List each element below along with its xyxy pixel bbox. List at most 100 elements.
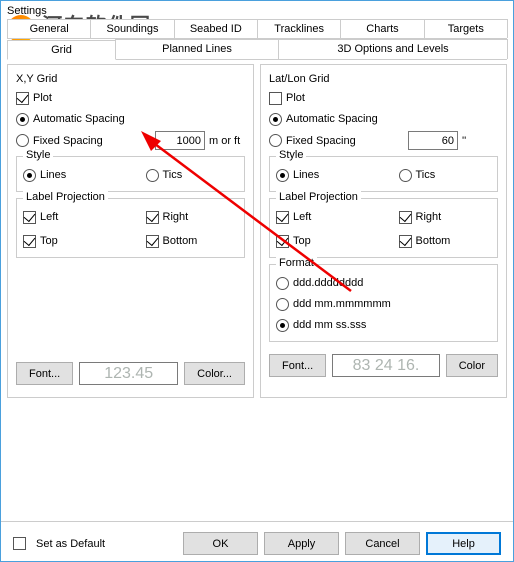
tab-tracklines[interactable]: Tracklines <box>257 19 341 38</box>
latlon-lines-radio[interactable]: Lines <box>276 166 369 184</box>
xy-labelproj-group: Label Projection Left Right Top Bottom <box>16 198 245 258</box>
latlon-bottom-check[interactable]: Bottom <box>399 232 492 250</box>
tab-row-2: Grid Planned Lines 3D Options and Levels <box>7 39 507 60</box>
latlon-style-group: Style Lines Tics <box>269 156 498 192</box>
checkbox-icon <box>146 211 159 224</box>
checkbox-icon <box>276 211 289 224</box>
radio-icon <box>146 169 159 182</box>
format-3-label: ddd mm ss.sss <box>293 319 366 331</box>
ok-button[interactable]: OK <box>183 532 258 555</box>
radio-icon <box>399 169 412 182</box>
latlon-bottom-label: Bottom <box>416 235 451 247</box>
latlon-top-check[interactable]: Top <box>276 232 369 250</box>
checkbox-icon <box>276 235 289 248</box>
latlon-format-group: Format ddd.dddddddd ddd mm.mmmmmm ddd mm… <box>269 264 498 342</box>
content-area: X,Y Grid Plot Automatic Spacing Fixed Sp… <box>1 60 513 402</box>
xy-fixed-input[interactable] <box>155 131 205 150</box>
xy-right-label: Right <box>163 211 189 223</box>
radio-icon <box>276 169 289 182</box>
xy-top-label: Top <box>40 235 58 247</box>
xy-font-button[interactable]: Font... <box>16 362 73 385</box>
latlon-auto-row[interactable]: Automatic Spacing <box>269 110 498 128</box>
checkbox-icon <box>146 235 159 248</box>
tab-targets[interactable]: Targets <box>424 19 508 38</box>
radio-icon <box>276 298 289 311</box>
checkbox-icon <box>16 92 29 105</box>
checkbox-icon <box>399 235 412 248</box>
latlon-plot-row[interactable]: Plot <box>269 89 498 107</box>
latlon-format-title: Format <box>276 257 317 269</box>
latlon-right-label: Right <box>416 211 442 223</box>
help-button[interactable]: Help <box>426 532 501 555</box>
format-3-radio[interactable]: ddd mm ss.sss <box>276 316 491 334</box>
tab-3d-options[interactable]: 3D Options and Levels <box>278 39 508 59</box>
tab-planned-lines[interactable]: Planned Lines <box>115 39 279 59</box>
latlon-auto-label: Automatic Spacing <box>286 113 378 125</box>
tab-seabed-id[interactable]: Seabed ID <box>174 19 258 38</box>
latlon-tics-radio[interactable]: Tics <box>399 166 492 184</box>
radio-icon <box>276 277 289 290</box>
latlon-color-button[interactable]: Color <box>446 354 498 377</box>
latlon-unit-label: '' <box>462 135 498 147</box>
dialog-button-bar: Set as Default OK Apply Cancel Help <box>1 521 513 555</box>
latlon-left-label: Left <box>293 211 311 223</box>
latlon-top-label: Top <box>293 235 311 247</box>
checkbox-icon <box>23 235 36 248</box>
xy-preview: 123.45 <box>79 362 178 385</box>
latlon-tics-label: Tics <box>416 169 436 181</box>
xy-right-check[interactable]: Right <box>146 208 239 226</box>
set-default-label[interactable]: Set as Default <box>36 538 105 550</box>
xy-left-label: Left <box>40 211 58 223</box>
xy-top-check[interactable]: Top <box>23 232 116 250</box>
xy-fixed-label: Fixed Spacing <box>33 135 103 147</box>
tab-general[interactable]: General <box>7 19 91 38</box>
xy-tics-label: Tics <box>163 169 183 181</box>
tab-soundings[interactable]: Soundings <box>90 19 174 38</box>
tab-grid[interactable]: Grid <box>7 40 116 60</box>
xy-unit-label: m or ft <box>209 135 245 147</box>
radio-icon <box>16 113 29 126</box>
apply-button[interactable]: Apply <box>264 532 339 555</box>
checkbox-icon[interactable] <box>13 537 26 550</box>
latlon-right-check[interactable]: Right <box>399 208 492 226</box>
radio-icon <box>23 169 36 182</box>
latlon-button-row: Font... 83 24 16. Color <box>269 354 498 377</box>
xy-auto-spacing-row[interactable]: Automatic Spacing <box>16 110 245 128</box>
xy-plot-row[interactable]: Plot <box>16 89 245 107</box>
xy-bottom-label: Bottom <box>163 235 198 247</box>
xy-color-button[interactable]: Color... <box>184 362 245 385</box>
checkbox-icon <box>399 211 412 224</box>
format-2-radio[interactable]: ddd mm.mmmmmm <box>276 295 491 313</box>
format-2-label: ddd mm.mmmmmm <box>293 298 391 310</box>
latlon-font-button[interactable]: Font... <box>269 354 326 377</box>
latlon-style-title: Style <box>276 149 306 161</box>
xy-lines-label: Lines <box>40 169 66 181</box>
xy-lines-radio[interactable]: Lines <box>23 166 116 184</box>
xy-style-group: Style Lines Tics <box>16 156 245 192</box>
latlon-fixed-input[interactable] <box>408 131 458 150</box>
xy-plot-label: Plot <box>33 92 52 104</box>
cancel-button[interactable]: Cancel <box>345 532 420 555</box>
latlon-grid-panel: Lat/Lon Grid Plot Automatic Spacing Fixe… <box>260 64 507 398</box>
xy-style-title: Style <box>23 149 53 161</box>
checkbox-icon <box>23 211 36 224</box>
tabs-container: General Soundings Seabed ID Tracklines C… <box>7 19 507 60</box>
latlon-left-check[interactable]: Left <box>276 208 369 226</box>
xy-fixed-spacing-row[interactable]: Fixed Spacing m or ft <box>16 131 245 150</box>
latlon-fixed-row[interactable]: Fixed Spacing '' <box>269 131 498 150</box>
xy-labelproj-title: Label Projection <box>23 191 108 203</box>
xy-grid-panel: X,Y Grid Plot Automatic Spacing Fixed Sp… <box>7 64 254 398</box>
xy-left-check[interactable]: Left <box>23 208 116 226</box>
latlon-plot-label: Plot <box>286 92 305 104</box>
checkbox-icon <box>269 92 282 105</box>
xy-auto-label: Automatic Spacing <box>33 113 125 125</box>
format-1-radio[interactable]: ddd.dddddddd <box>276 274 491 292</box>
tab-charts[interactable]: Charts <box>340 19 424 38</box>
radio-icon <box>16 134 29 147</box>
xy-bottom-check[interactable]: Bottom <box>146 232 239 250</box>
radio-icon <box>276 319 289 332</box>
latlon-fixed-label: Fixed Spacing <box>286 135 356 147</box>
xy-tics-radio[interactable]: Tics <box>146 166 239 184</box>
xy-grid-title: X,Y Grid <box>16 73 245 85</box>
radio-icon <box>269 113 282 126</box>
